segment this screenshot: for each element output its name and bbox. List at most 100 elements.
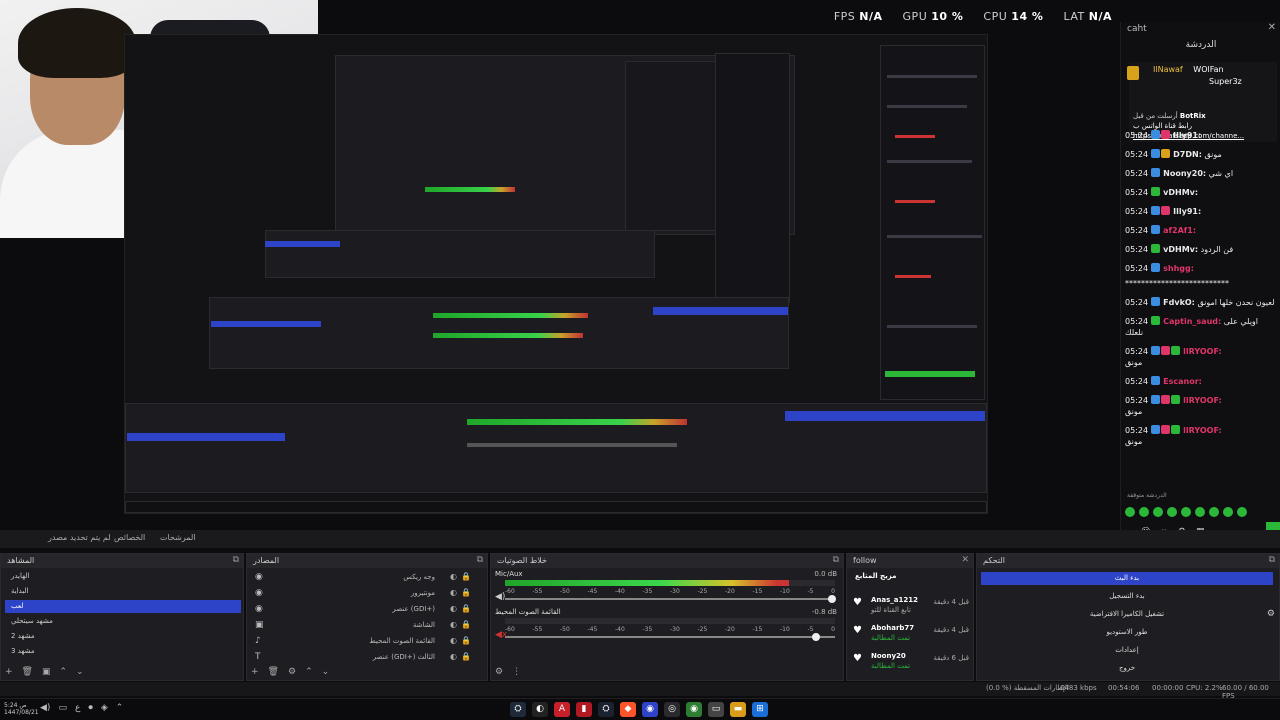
eye-icon[interactable]: ◐ [450, 618, 457, 632]
acrobat-icon[interactable]: A [554, 702, 570, 717]
speaker-icon[interactable]: ◀) [40, 703, 50, 713]
virtual-camera-button[interactable]: تشغيل الكاميرا الافتراضية [981, 608, 1273, 621]
language-icon[interactable]: ع [75, 703, 80, 713]
chat-message: 05:24 Illy91: [1125, 206, 1202, 216]
lock-icon[interactable]: 🔒 [461, 602, 471, 616]
close-icon[interactable]: ✕ [961, 555, 969, 565]
scene-item[interactable]: الهايدر [5, 570, 241, 583]
eye-icon[interactable]: ◐ [450, 586, 457, 600]
app-icon[interactable]: ▭ [708, 702, 724, 717]
add-icon[interactable]: + [5, 667, 13, 677]
speaker-icon[interactable]: ◀) [495, 592, 505, 602]
audio-meter [505, 618, 835, 624]
eye-icon[interactable]: ◐ [450, 602, 457, 616]
obs-icon[interactable]: ◉ [642, 702, 658, 717]
rec-time: 00:00:00 [1152, 684, 1184, 692]
bitrate: 6483 kbps [1060, 684, 1097, 692]
mic-icon[interactable]: ⏺ [88, 703, 93, 713]
start-streaming-button[interactable]: بدء البث [981, 572, 1273, 585]
app-red-icon[interactable]: ▮ [576, 702, 592, 717]
trash-icon[interactable]: 🗑 [268, 667, 279, 677]
audio-mixer-dock: خلاط الصوتيات ⧉ Mic/Aux 0.0 dB -60 -55 -50-… [490, 553, 844, 681]
eye-icon[interactable]: ◐ [450, 634, 457, 648]
studio-mode-button[interactable]: طور الاستوديو [981, 626, 1273, 639]
lock-icon[interactable]: 🔒 [461, 618, 471, 632]
down-icon[interactable]: ⌄ [76, 667, 84, 677]
sources-dock: المصادر ⧉ ◉ وجه ريكس ◐ 🔒 ◉ مونتيرور ◐ 🔒 ◉ عنصر (… [246, 553, 488, 681]
start-recording-button[interactable]: بدء التسجيل [981, 590, 1273, 603]
brave-icon[interactable]: ◆ [620, 702, 636, 717]
app-icon[interactable]: ◎ [664, 702, 680, 717]
source-item[interactable]: ◉ مونتيرور ◐ 🔒 [255, 586, 475, 600]
source-item[interactable]: T عنصر (GDI+) الثالث ◐ 🔒 [255, 650, 475, 664]
screen: FPS N/A GPU 10 % CPU 14 % LAT N/A caht ✕… [0, 0, 1280, 720]
audio-channel-name: Mic/Aux [495, 570, 523, 578]
gear-icon[interactable]: ⚙ [495, 667, 503, 677]
chat-message: مونق [1125, 407, 1143, 416]
settings-button[interactable]: إعدادات [981, 644, 1273, 657]
obs-status-bar: (0.0 %) الإطارات المسقطة 6483 kbps 00:54… [0, 682, 1280, 700]
eye-icon[interactable]: ◐ [450, 570, 457, 584]
properties-button[interactable]: الخصائص [114, 533, 145, 542]
muted-speaker-icon[interactable]: ◀x [495, 630, 507, 640]
steam-icon[interactable]: ⛭ [510, 702, 526, 717]
app-icon[interactable]: ◐ [532, 702, 548, 717]
folder-icon[interactable]: ▬ [730, 702, 746, 717]
windows-start-icon[interactable]: ⊞ [752, 702, 768, 717]
chat-message: 05:24 Noony20: اي شي [1125, 168, 1234, 178]
filter-icon[interactable]: ▣ [42, 667, 51, 677]
volume-slider[interactable] [505, 633, 835, 641]
steam-alt-icon[interactable]: ⛭ [598, 702, 614, 717]
trash-icon[interactable]: 🗑 [22, 667, 33, 677]
dock-float-icon[interactable]: ⧉ [1269, 555, 1275, 565]
follower-entry: ♥ Noony20 تمت المطالبة قبل 6 دقيقة [853, 652, 969, 670]
chat-message: مونق [1125, 437, 1143, 446]
chrome-icon[interactable]: ◉ [686, 702, 702, 717]
obs-preview-recursive [124, 34, 988, 514]
down-icon[interactable]: ⌄ [322, 667, 330, 677]
volume-slider[interactable] [505, 595, 837, 603]
scene-item[interactable]: البداية [5, 585, 241, 598]
shield-icon[interactable]: ◈ [101, 703, 108, 713]
scene-item-selected[interactable]: لعب [5, 600, 241, 613]
dock-float-icon[interactable]: ⧉ [233, 555, 239, 565]
filters-button[interactable]: المرشحات [160, 533, 196, 542]
source-item[interactable]: ◉ وجه ريكس ◐ 🔒 [255, 570, 475, 584]
lock-icon[interactable]: 🔒 [461, 650, 471, 664]
chat-message: مونق [1125, 358, 1143, 367]
chat-message: نلعلك [1125, 328, 1144, 337]
network-icon[interactable]: ▭ [58, 703, 67, 713]
scene-item[interactable]: مشهد سيتحلي [5, 615, 241, 628]
chevron-up-icon[interactable]: ⌃ [116, 703, 124, 713]
monitor-icon: ◉ [255, 604, 263, 614]
add-icon[interactable]: + [251, 667, 259, 677]
audio-channel-db: 0.0 dB [814, 570, 837, 578]
scene-item[interactable]: مشهد 3 [5, 645, 241, 658]
dock-float-icon[interactable]: ⧉ [833, 555, 839, 565]
source-item[interactable]: ◉ عنصر (GDI+) ◐ 🔒 [255, 602, 475, 616]
chat-tab-label[interactable]: caht [1127, 24, 1147, 34]
obs-source-toolbar: لم يتم تحديد مصدر الخصائص المرشحات [0, 530, 1280, 548]
chat-message: 05:24 Illy91: [1125, 130, 1202, 140]
follow-dock: follow ✕ مزيج المتابع ♥ Anas_a1212 تابع الق… [846, 553, 974, 681]
clock[interactable]: 5:24 ص 1447/08/21 [4, 702, 39, 716]
source-item[interactable]: ♪ القائمة الصوت المحيط ◐ 🔒 [255, 634, 475, 648]
close-icon[interactable]: ✕ [1268, 22, 1276, 33]
pinned-gifters: IlNawaf WOlFan Super3z [1127, 62, 1277, 110]
scene-item[interactable]: مشهد 2 [5, 630, 241, 643]
menu-icon[interactable]: ⋮ [512, 667, 521, 677]
lock-icon[interactable]: 🔒 [461, 570, 471, 584]
chat-messages: 05:24 Illy91: 05:24 D7DN: مونق 05:24 Noo… [1125, 130, 1280, 455]
lock-icon[interactable]: 🔒 [461, 586, 471, 600]
exit-button[interactable]: خروج [981, 662, 1273, 675]
eye-icon[interactable]: ◐ [450, 650, 457, 664]
windows-taskbar: 5:24 ص 1447/08/21 ◀) ▭ ع ⏺ ◈ ⌃ ⛭ ◐ A ▮ ⛭… [0, 698, 1280, 720]
dock-float-icon[interactable]: ⧉ [477, 555, 483, 565]
audio-channel-name: القائمة الصوت المحيط [495, 608, 561, 616]
gear-icon[interactable]: ⚙ [288, 667, 296, 677]
up-icon[interactable]: ⌃ [60, 667, 68, 677]
up-icon[interactable]: ⌃ [305, 667, 313, 677]
lock-icon[interactable]: 🔒 [461, 634, 471, 648]
gear-icon[interactable]: ⚙ [1267, 609, 1275, 619]
source-item[interactable]: ▣ الشاشة ◐ 🔒 [255, 618, 475, 632]
